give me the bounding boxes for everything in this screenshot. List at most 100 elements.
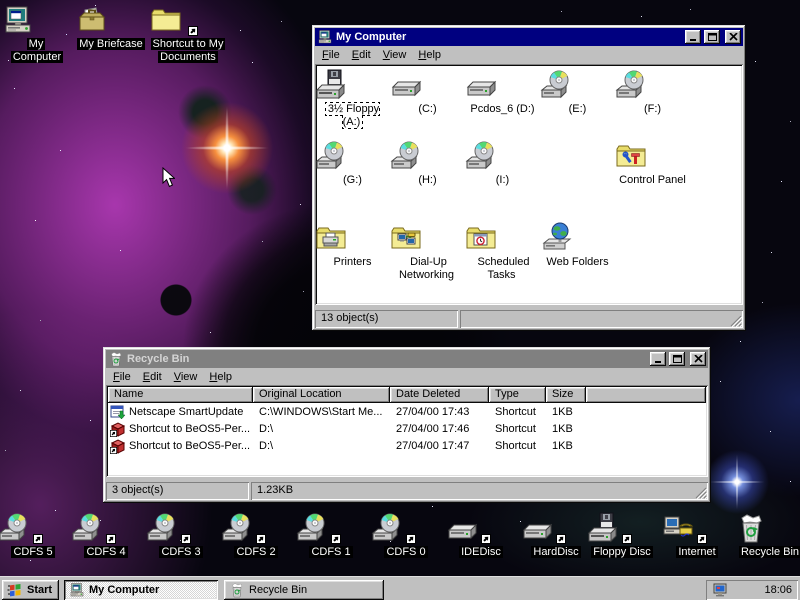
folder-icon-control-panel[interactable]: Control Panel [615,140,690,187]
desktop-icon-recycle-bin[interactable]: Recycle Bin [735,512,800,559]
desktop-icon-cdfs-0[interactable]: CDFS 0 [371,512,441,559]
menu-help[interactable]: Help [203,370,238,385]
menu-file[interactable]: File [316,48,346,63]
minimize-button[interactable] [650,352,666,366]
drive-icon-h[interactable]: (H:) [390,140,465,187]
desktop-icon-cdfs-3[interactable]: CDFS 3 [146,512,216,559]
cell-type: Shortcut [489,406,546,418]
shortcut-arrow-icon [181,534,191,544]
shortcut-arrow-icon [256,534,266,544]
cd-drive-icon [540,69,615,101]
package-shortcut-icon [110,421,126,437]
close-button[interactable] [725,30,741,44]
cell-name: Netscape SmartUpdate [129,406,243,418]
menu-file[interactable]: File [107,370,137,385]
minimize-button[interactable] [685,30,701,44]
cd-drive-icon [221,512,291,544]
printers-folder-icon [315,222,390,254]
cd-drive-icon [71,512,141,544]
desktop-icon-label: CDFS 5 [11,546,54,558]
internet-icon [662,512,732,544]
window-title: Recycle Bin [127,353,647,365]
resize-grip[interactable] [695,487,707,499]
desktop-icon-label: Floppy Disc [591,546,652,558]
list-header: Name Original Location Date Deleted Type… [108,387,706,403]
table-row[interactable]: Netscape SmartUpdate C:\WINDOWS\Start Me… [108,403,706,420]
column-header-type[interactable]: Type [489,387,546,403]
drive-icon-floppy-a[interactable]: 3½ Floppy (A:) [315,69,390,129]
drive-icon-d[interactable]: Pcdos_6 (D:) [465,69,540,116]
menu-help[interactable]: Help [412,48,447,63]
shortcut-arrow-icon [106,534,116,544]
table-row[interactable]: Shortcut to BeOS5-Per... D:\ 27/04/00 17… [108,420,706,437]
folder-icon-scheduled-tasks[interactable]: Scheduled Tasks [465,222,540,282]
my-computer-titlebar[interactable]: My Computer [315,28,743,46]
maximize-button[interactable] [669,352,685,366]
status-bar: 13 object(s) [315,308,743,328]
start-button[interactable]: Start [2,580,59,600]
table-row[interactable]: Shortcut to BeOS5-Per... D:\ 27/04/00 17… [108,437,706,454]
desktop-icon-cdfs-1[interactable]: CDFS 1 [296,512,366,559]
scheduled-tasks-folder-icon [465,222,540,254]
desktop-icon-cdfs-2[interactable]: CDFS 2 [221,512,291,559]
desktop-icon-my-computer[interactable]: My Computer [2,4,72,64]
folder-icon-dialup-networking[interactable]: Dial-Up Networking [390,222,465,282]
folder-icon-web-folders[interactable]: Web Folders [540,222,615,269]
desktop-icon-my-briefcase[interactable]: My Briefcase [76,4,146,51]
column-header-size[interactable]: Size [546,387,586,403]
recycle-bin-titlebar[interactable]: Recycle Bin [106,350,708,368]
folder-view: 3½ Floppy (A:) (C:) Pcdos_6 (D:) (E:) (F… [315,64,743,305]
desktop-icon-internet[interactable]: Internet [662,512,732,559]
computer-icon [317,29,333,45]
drive-icon-c[interactable]: (C:) [390,69,465,116]
cd-drive-icon [390,140,465,172]
drive-label: (C:) [416,103,438,115]
desktop-icon-idedisc[interactable]: IDEDisc [446,512,516,559]
recycle-bin-icon [735,512,800,544]
drive-icon-e[interactable]: (E:) [540,69,615,116]
taskbar-task-my-computer[interactable]: My Computer [64,580,218,600]
display-tray-icon[interactable] [712,582,728,598]
desktop-icon-label: HardDisc [531,546,580,558]
taskbar-task-recycle-bin[interactable]: Recycle Bin [224,580,384,600]
computer-icon [69,582,85,598]
folder-icon-printers[interactable]: Printers [315,222,390,269]
desktop-icon-cdfs-4[interactable]: CDFS 4 [71,512,141,559]
menu-edit[interactable]: Edit [346,48,377,63]
cd-drive-icon [371,512,441,544]
cd-drive-icon [615,69,690,101]
briefcase-icon [76,4,146,36]
cell-original-location: C:\WINDOWS\Start Me... [253,406,390,418]
column-header-name[interactable]: Name [108,387,253,403]
desktop-icon-cdfs-5[interactable]: CDFS 5 [0,512,68,559]
desktop-icon-floppy-disc[interactable]: Floppy Disc [587,512,657,559]
folder-label: Scheduled Tasks [476,256,530,281]
column-header-date-deleted[interactable]: Date Deleted [390,387,489,403]
start-label: Start [27,584,52,596]
cell-date-deleted: 27/04/00 17:43 [390,406,489,418]
desktop-icon-label: CDFS 3 [159,546,202,558]
menu-edit[interactable]: Edit [137,370,168,385]
drive-label: (F:) [642,103,663,115]
close-button[interactable] [690,352,706,366]
drive-label: 3½ Floppy (A:) [326,103,379,128]
column-header-original-location[interactable]: Original Location [253,387,390,403]
web-folders-icon [540,222,615,254]
desktop-icon-shortcut-to-my-documents[interactable]: Shortcut to My Documents [150,4,226,64]
maximize-button[interactable] [704,30,720,44]
package-shortcut-icon [110,438,126,454]
hard-drive-icon [390,69,465,101]
cell-size: 1KB [546,423,586,435]
menu-view[interactable]: View [168,370,204,385]
desktop-icon-harddisc[interactable]: HardDisc [521,512,591,559]
control-panel-folder-icon [615,140,690,172]
task-label: My Computer [89,584,159,596]
drive-icon-g[interactable]: (G:) [315,140,390,187]
taskbar-clock[interactable]: 18:06 [764,584,792,596]
resize-grip[interactable] [730,315,742,327]
shortcut-arrow-icon [556,534,566,544]
menu-view[interactable]: View [377,48,413,63]
drive-icon-i[interactable]: (I:) [465,140,540,187]
cd-drive-icon [465,140,540,172]
drive-icon-f[interactable]: (F:) [615,69,690,116]
